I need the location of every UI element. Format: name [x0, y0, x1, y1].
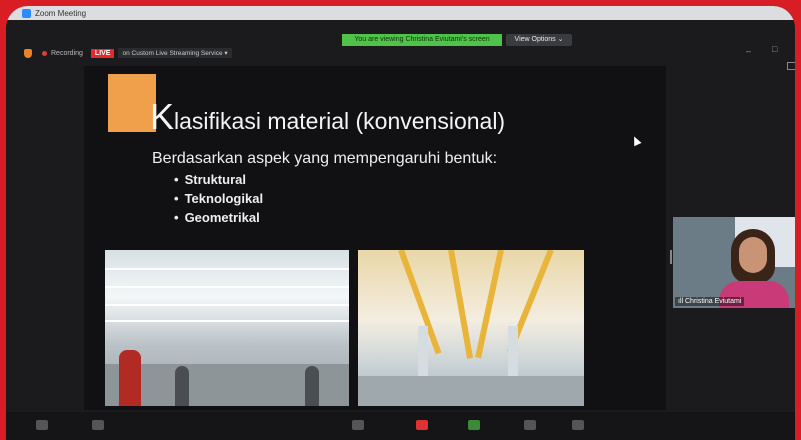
roof-beam — [448, 250, 474, 359]
recording-dot-icon — [42, 50, 47, 56]
person-figure — [175, 366, 189, 406]
screen-share-banner: You are viewing Christina Eviutami's scr… — [342, 34, 502, 46]
zoom-logo-icon — [22, 8, 31, 18]
panel-splitter-handle[interactable] — [670, 250, 672, 264]
participant-face — [739, 237, 767, 273]
slide-accent-box — [108, 74, 156, 132]
title-bar: Zoom Meeting — [6, 6, 795, 20]
window-title: Zoom Meeting — [35, 8, 87, 18]
reactions-icon[interactable] — [524, 420, 536, 430]
bullet-item: Struktural — [174, 172, 263, 187]
view-options-button[interactable]: View Options ⌄ — [506, 34, 572, 46]
chat-icon[interactable] — [468, 420, 480, 430]
roof-beam — [475, 250, 504, 359]
mute-icon[interactable] — [36, 420, 48, 430]
minimize-button[interactable]: – — [746, 46, 751, 56]
terminal-floor — [358, 376, 584, 406]
participant-video-tile[interactable]: ıll Christina Eviutami — [673, 217, 795, 308]
person-figure — [119, 350, 141, 406]
zoom-window: Zoom Meeting You are viewing Christina E… — [6, 6, 795, 440]
maximize-button[interactable]: □ — [772, 44, 777, 54]
shared-slide: Klasifikasi material (konvensional) Berd… — [84, 66, 666, 410]
participants-icon[interactable] — [352, 420, 364, 430]
airport-terminal-photo-right — [358, 250, 584, 406]
participant-name-text: Christina Eviutami — [685, 298, 742, 305]
slide-title: Klasifikasi material (konvensional) — [150, 99, 506, 135]
more-icon[interactable] — [572, 420, 584, 430]
ceiling-line — [105, 304, 349, 306]
airport-hall-photo-left — [105, 250, 349, 406]
ceiling-line — [105, 320, 349, 322]
slide-subtitle: Berdasarkan aspek yang mempengaruhi bent… — [152, 150, 498, 167]
participant-name-label: ıll Christina Eviutami — [675, 297, 745, 306]
live-badge: LIVE — [90, 48, 115, 58]
share-screen-icon[interactable] — [416, 420, 428, 430]
recording-label: Recording — [51, 49, 83, 57]
signal-bars-icon: ıll — [678, 298, 685, 305]
live-service-dropdown[interactable]: on Custom Live Streaming Service ▾ — [118, 48, 232, 58]
bullet-item: Teknologikal — [174, 191, 264, 206]
recording-status-bar: Recording LIVE on Custom Live Streaming … — [24, 46, 232, 60]
meeting-controls-bar — [6, 412, 795, 440]
slide-title-rest: lasifikasi material (konvensional) — [174, 108, 506, 134]
slide-bullet-list: Struktural Teknologikal Geometrikal — [174, 172, 264, 229]
security-shield-icon[interactable] — [24, 48, 32, 58]
slide-title-initial: K — [150, 96, 175, 137]
ceiling-line — [105, 286, 349, 288]
video-icon[interactable] — [92, 420, 104, 430]
gallery-view-icon[interactable] — [787, 62, 795, 70]
ceiling-line — [105, 268, 349, 270]
person-figure — [305, 366, 319, 406]
bullet-item: Geometrikal — [174, 210, 263, 225]
